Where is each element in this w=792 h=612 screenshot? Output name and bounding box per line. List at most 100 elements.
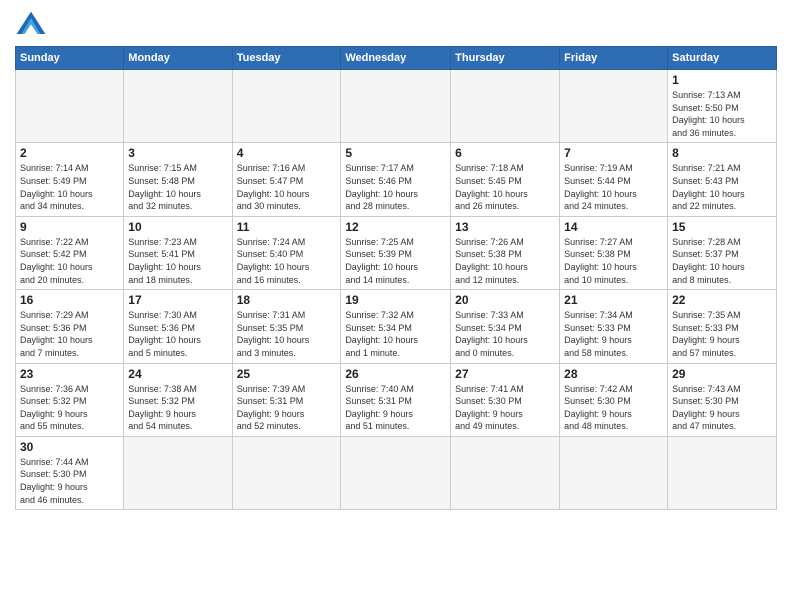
day-info: Sunrise: 7:43 AMSunset: 5:30 PMDaylight:… (672, 383, 772, 433)
day-info: Sunrise: 7:36 AMSunset: 5:32 PMDaylight:… (20, 383, 119, 433)
day-info: Sunrise: 7:17 AMSunset: 5:46 PMDaylight:… (345, 162, 446, 212)
day-number: 11 (237, 220, 337, 234)
day-number: 19 (345, 293, 446, 307)
calendar-day-cell: 21 Sunrise: 7:34 AMSunset: 5:33 PMDayligh… (560, 290, 668, 363)
day-info: Sunrise: 7:31 AMSunset: 5:35 PMDaylight:… (237, 309, 337, 359)
day-info: Sunrise: 7:21 AMSunset: 5:43 PMDaylight:… (672, 162, 772, 212)
calendar-week-row: 1 Sunrise: 7:13 AMSunset: 5:50 PMDaylight… (16, 70, 777, 143)
day-number: 28 (564, 367, 663, 381)
weekday-header-cell: Sunday (16, 47, 124, 70)
day-number: 7 (564, 146, 663, 160)
logo-icon (15, 10, 47, 38)
day-number: 9 (20, 220, 119, 234)
day-info: Sunrise: 7:44 AMSunset: 5:30 PMDaylight:… (20, 456, 119, 506)
calendar-day-cell (560, 436, 668, 509)
day-info: Sunrise: 7:16 AMSunset: 5:47 PMDaylight:… (237, 162, 337, 212)
day-info: Sunrise: 7:38 AMSunset: 5:32 PMDaylight:… (128, 383, 227, 433)
day-number: 29 (672, 367, 772, 381)
day-number: 4 (237, 146, 337, 160)
day-number: 16 (20, 293, 119, 307)
day-number: 21 (564, 293, 663, 307)
day-number: 27 (455, 367, 555, 381)
day-info: Sunrise: 7:14 AMSunset: 5:49 PMDaylight:… (20, 162, 119, 212)
day-info: Sunrise: 7:15 AMSunset: 5:48 PMDaylight:… (128, 162, 227, 212)
calendar-day-cell (124, 70, 232, 143)
day-number: 2 (20, 146, 119, 160)
day-number: 6 (455, 146, 555, 160)
day-info: Sunrise: 7:40 AMSunset: 5:31 PMDaylight:… (345, 383, 446, 433)
day-number: 26 (345, 367, 446, 381)
calendar-week-row: 9 Sunrise: 7:22 AMSunset: 5:42 PMDaylight… (16, 216, 777, 289)
header (15, 10, 777, 38)
weekday-header-cell: Saturday (668, 47, 777, 70)
calendar-day-cell: 3 Sunrise: 7:15 AMSunset: 5:48 PMDaylight… (124, 143, 232, 216)
day-info: Sunrise: 7:23 AMSunset: 5:41 PMDaylight:… (128, 236, 227, 286)
calendar-day-cell: 24 Sunrise: 7:38 AMSunset: 5:32 PMDayligh… (124, 363, 232, 436)
calendar-day-cell: 13 Sunrise: 7:26 AMSunset: 5:38 PMDayligh… (451, 216, 560, 289)
day-info: Sunrise: 7:18 AMSunset: 5:45 PMDaylight:… (455, 162, 555, 212)
calendar-day-cell (16, 70, 124, 143)
day-number: 17 (128, 293, 227, 307)
calendar-day-cell: 19Sunrise: 7:32 AMSunset: 5:34 PMDayligh… (341, 290, 451, 363)
weekday-header-cell: Thursday (451, 47, 560, 70)
day-number: 22 (672, 293, 772, 307)
page: SundayMondayTuesdayWednesdayThursdayFrid… (0, 0, 792, 612)
calendar-day-cell (341, 436, 451, 509)
calendar-day-cell: 8 Sunrise: 7:21 AMSunset: 5:43 PMDaylight… (668, 143, 777, 216)
day-info: Sunrise: 7:24 AMSunset: 5:40 PMDaylight:… (237, 236, 337, 286)
weekday-header-cell: Wednesday (341, 47, 451, 70)
calendar-day-cell: 20Sunrise: 7:33 AMSunset: 5:34 PMDayligh… (451, 290, 560, 363)
day-number: 8 (672, 146, 772, 160)
calendar-day-cell (232, 70, 341, 143)
calendar-day-cell (124, 436, 232, 509)
day-info: Sunrise: 7:13 AMSunset: 5:50 PMDaylight:… (672, 89, 772, 139)
day-info: Sunrise: 7:26 AMSunset: 5:38 PMDaylight:… (455, 236, 555, 286)
day-number: 10 (128, 220, 227, 234)
calendar-day-cell: 16 Sunrise: 7:29 AMSunset: 5:36 PMDayligh… (16, 290, 124, 363)
day-info: Sunrise: 7:27 AMSunset: 5:38 PMDaylight:… (564, 236, 663, 286)
calendar-day-cell (668, 436, 777, 509)
day-number: 25 (237, 367, 337, 381)
calendar-day-cell: 9 Sunrise: 7:22 AMSunset: 5:42 PMDaylight… (16, 216, 124, 289)
calendar-body: 1 Sunrise: 7:13 AMSunset: 5:50 PMDaylight… (16, 70, 777, 510)
calendar-day-cell: 7 Sunrise: 7:19 AMSunset: 5:44 PMDaylight… (560, 143, 668, 216)
calendar-day-cell: 1 Sunrise: 7:13 AMSunset: 5:50 PMDaylight… (668, 70, 777, 143)
calendar-day-cell: 23 Sunrise: 7:36 AMSunset: 5:32 PMDayligh… (16, 363, 124, 436)
day-number: 18 (237, 293, 337, 307)
calendar-day-cell (451, 70, 560, 143)
calendar-day-cell (451, 436, 560, 509)
calendar-day-cell: 22 Sunrise: 7:35 AMSunset: 5:33 PMDayligh… (668, 290, 777, 363)
calendar-table: SundayMondayTuesdayWednesdayThursdayFrid… (15, 46, 777, 510)
calendar-day-cell: 4 Sunrise: 7:16 AMSunset: 5:47 PMDaylight… (232, 143, 341, 216)
day-info: Sunrise: 7:25 AMSunset: 5:39 PMDaylight:… (345, 236, 446, 286)
calendar-day-cell: 30Sunrise: 7:44 AMSunset: 5:30 PMDayligh… (16, 436, 124, 509)
calendar-day-cell: 25Sunrise: 7:39 AMSunset: 5:31 PMDayligh… (232, 363, 341, 436)
calendar-week-row: 16 Sunrise: 7:29 AMSunset: 5:36 PMDayligh… (16, 290, 777, 363)
day-number: 3 (128, 146, 227, 160)
day-number: 1 (672, 73, 772, 87)
day-info: Sunrise: 7:29 AMSunset: 5:36 PMDaylight:… (20, 309, 119, 359)
day-info: Sunrise: 7:30 AMSunset: 5:36 PMDaylight:… (128, 309, 227, 359)
day-number: 23 (20, 367, 119, 381)
calendar-day-cell: 17 Sunrise: 7:30 AMSunset: 5:36 PMDayligh… (124, 290, 232, 363)
day-info: Sunrise: 7:22 AMSunset: 5:42 PMDaylight:… (20, 236, 119, 286)
calendar-day-cell: 15Sunrise: 7:28 AMSunset: 5:37 PMDayligh… (668, 216, 777, 289)
day-info: Sunrise: 7:19 AMSunset: 5:44 PMDaylight:… (564, 162, 663, 212)
day-info: Sunrise: 7:34 AMSunset: 5:33 PMDaylight:… (564, 309, 663, 359)
calendar-day-cell: 11 Sunrise: 7:24 AMSunset: 5:40 PMDayligh… (232, 216, 341, 289)
day-number: 5 (345, 146, 446, 160)
calendar-day-cell: 6 Sunrise: 7:18 AMSunset: 5:45 PMDaylight… (451, 143, 560, 216)
weekday-header-row: SundayMondayTuesdayWednesdayThursdayFrid… (16, 47, 777, 70)
day-number: 12 (345, 220, 446, 234)
calendar-day-cell: 14Sunrise: 7:27 AMSunset: 5:38 PMDayligh… (560, 216, 668, 289)
logo (15, 10, 51, 38)
day-number: 24 (128, 367, 227, 381)
day-info: Sunrise: 7:35 AMSunset: 5:33 PMDaylight:… (672, 309, 772, 359)
calendar-day-cell: 29 Sunrise: 7:43 AMSunset: 5:30 PMDayligh… (668, 363, 777, 436)
calendar-day-cell (560, 70, 668, 143)
day-number: 15 (672, 220, 772, 234)
calendar-day-cell: 27Sunrise: 7:41 AMSunset: 5:30 PMDayligh… (451, 363, 560, 436)
calendar-day-cell: 10 Sunrise: 7:23 AMSunset: 5:41 PMDayligh… (124, 216, 232, 289)
weekday-header-cell: Monday (124, 47, 232, 70)
day-number: 13 (455, 220, 555, 234)
